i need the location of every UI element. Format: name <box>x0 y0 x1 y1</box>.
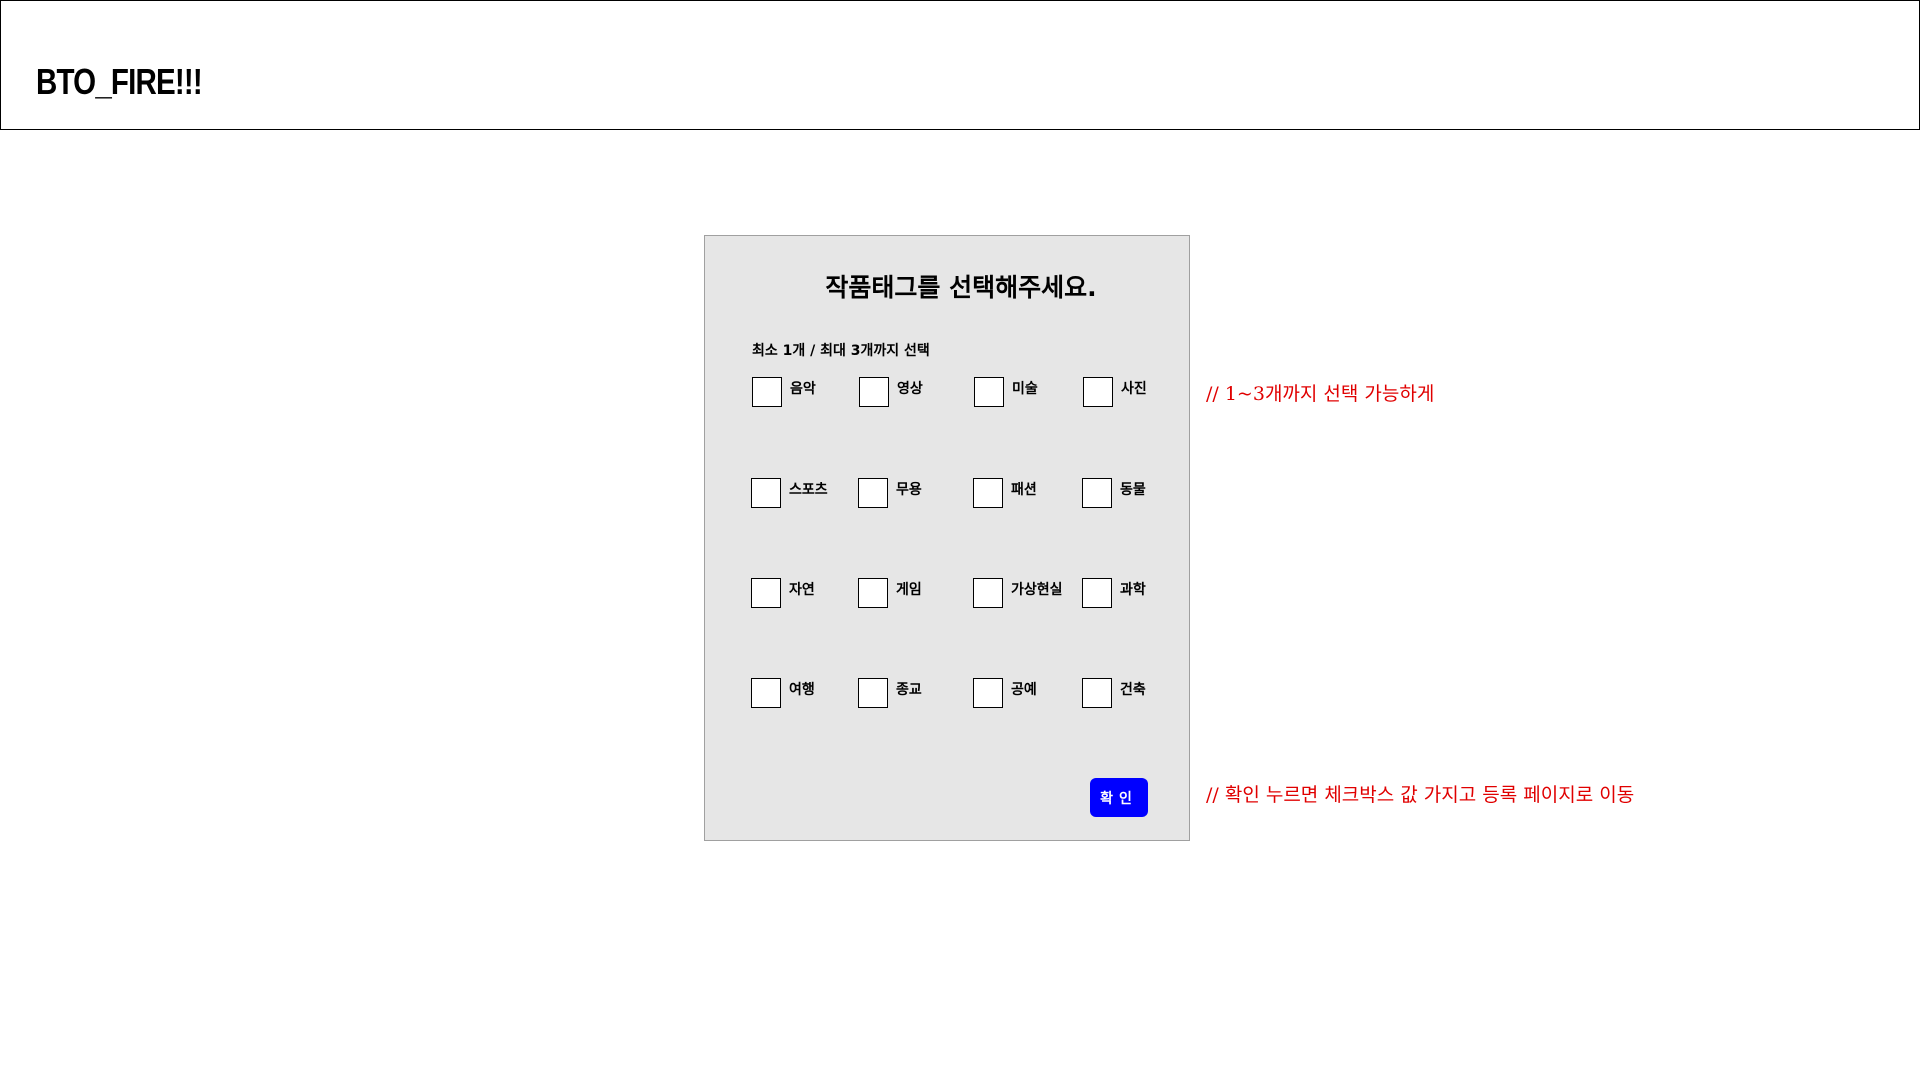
tag-checkbox[interactable] <box>858 478 888 508</box>
tag-checkbox[interactable] <box>973 578 1003 608</box>
tag-label: 게임 <box>896 582 922 598</box>
tag-checkbox[interactable] <box>1082 578 1112 608</box>
tag-checkbox[interactable] <box>751 478 781 508</box>
selection-note: // 1~3개까지 선택 가능하게 <box>1206 383 1435 405</box>
tag-label: 무용 <box>896 482 922 498</box>
tag-selection-modal: 작품태그를 선택해주세요. 최소 1개 / 최대 3개까지 선택 음악 영상 미… <box>704 235 1190 841</box>
tag-option[interactable]: 미술 <box>974 377 1038 407</box>
tag-option[interactable]: 음악 <box>752 377 816 407</box>
tag-checkbox[interactable] <box>752 377 782 407</box>
tag-checkbox[interactable] <box>1082 478 1112 508</box>
tag-option[interactable]: 과학 <box>1082 578 1146 608</box>
tag-option[interactable]: 여행 <box>751 678 815 708</box>
tag-label: 패션 <box>1011 482 1037 498</box>
tag-grid: 음악 영상 미술 사진 스포츠 무용 패션 동물 자연 게임 가상현실 과학 여… <box>705 236 1189 840</box>
tag-option[interactable]: 종교 <box>858 678 922 708</box>
tag-label: 동물 <box>1120 482 1146 498</box>
tag-option[interactable]: 게임 <box>858 578 922 608</box>
tag-checkbox[interactable] <box>974 377 1004 407</box>
tag-option[interactable]: 패션 <box>973 478 1037 508</box>
tag-label: 스포츠 <box>789 482 828 498</box>
tag-label: 자연 <box>789 582 815 598</box>
tag-checkbox[interactable] <box>1083 377 1113 407</box>
confirm-button[interactable]: 확인 <box>1090 778 1148 817</box>
tag-label: 공예 <box>1011 682 1037 698</box>
tag-label: 영상 <box>897 381 923 397</box>
tag-checkbox[interactable] <box>859 377 889 407</box>
tag-option[interactable]: 무용 <box>858 478 922 508</box>
tag-checkbox[interactable] <box>858 578 888 608</box>
tag-label: 과학 <box>1120 582 1146 598</box>
site-logo[interactable]: BTO_FIRE!!! <box>36 61 203 103</box>
tag-option[interactable]: 영상 <box>859 377 923 407</box>
tag-option[interactable]: 가상현실 <box>973 578 1063 608</box>
tag-option[interactable]: 동물 <box>1082 478 1146 508</box>
header-bar: BTO_FIRE!!! <box>0 0 1920 130</box>
tag-label: 가상현실 <box>1011 582 1063 598</box>
tag-label: 미술 <box>1012 381 1038 397</box>
tag-checkbox[interactable] <box>973 478 1003 508</box>
tag-option[interactable]: 건축 <box>1082 678 1146 708</box>
tag-option[interactable]: 자연 <box>751 578 815 608</box>
tag-option[interactable]: 스포츠 <box>751 478 828 508</box>
tag-option[interactable]: 공예 <box>973 678 1037 708</box>
tag-label: 사진 <box>1121 381 1147 397</box>
tag-option[interactable]: 사진 <box>1083 377 1147 407</box>
tag-label: 음악 <box>790 381 816 397</box>
confirm-note: // 확인 누르면 체크박스 값 가지고 등록 페이지로 이동 <box>1206 784 1635 806</box>
tag-checkbox[interactable] <box>1082 678 1112 708</box>
tag-checkbox[interactable] <box>858 678 888 708</box>
tag-label: 종교 <box>896 682 922 698</box>
tag-checkbox[interactable] <box>973 678 1003 708</box>
tag-checkbox[interactable] <box>751 578 781 608</box>
tag-label: 여행 <box>789 682 815 698</box>
tag-label: 건축 <box>1120 682 1146 698</box>
tag-checkbox[interactable] <box>751 678 781 708</box>
